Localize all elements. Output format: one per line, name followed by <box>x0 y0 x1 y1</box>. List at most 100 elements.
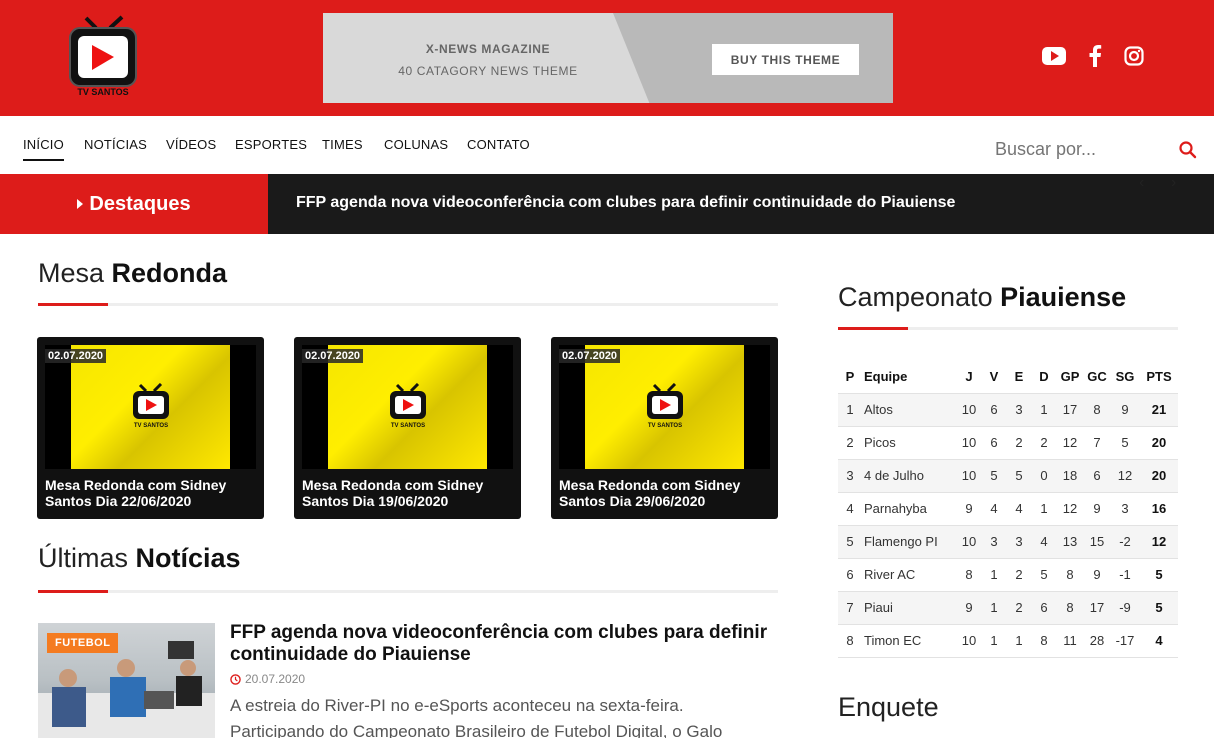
table-cell: 1 <box>982 557 1006 591</box>
table-cell: 12 <box>1140 524 1178 558</box>
table-cell: 15 <box>1084 524 1110 558</box>
table-cell: 10 <box>956 392 982 426</box>
table-cell: 1 <box>1006 623 1032 658</box>
col-header: J <box>965 368 973 384</box>
table-cell: 1 <box>1032 491 1056 525</box>
table-cell: 9 <box>1110 392 1140 426</box>
enquete-title: Enquete <box>838 692 939 722</box>
category-badge[interactable]: FUTEBOL <box>47 633 119 653</box>
caret-right-icon <box>77 199 84 209</box>
news-title[interactable]: FFP agenda nova videoconferência com clu… <box>230 622 780 666</box>
team-name[interactable]: Altos <box>862 392 956 426</box>
ticker-prev-button[interactable]: ‹ <box>1139 174 1162 197</box>
instagram-icon[interactable] <box>1122 44 1146 68</box>
video-card[interactable]: TV SANTOS 02.07.2020 Mesa Redonda com Si… <box>551 337 778 519</box>
table-cell: 17 <box>1084 590 1110 624</box>
campeonato-title-light: Campeonato <box>838 282 993 312</box>
table-cell: 2 <box>1006 557 1032 591</box>
facebook-icon[interactable] <box>1083 44 1107 68</box>
nav-item-videos[interactable]: VÍDEOS <box>166 137 216 152</box>
table-cell: 4 <box>1006 491 1032 525</box>
table-row: 1 Altos 10 6 3 1 17 8 9 21 <box>838 392 1178 426</box>
col-header: GC <box>1087 368 1107 384</box>
table-cell: 3 <box>1006 524 1032 558</box>
svg-text:TV SANTOS: TV SANTOS <box>77 87 128 97</box>
table-cell: 8 <box>1056 557 1084 591</box>
table-cell: 6 <box>982 425 1006 459</box>
team-name[interactable]: Timon EC <box>862 623 956 658</box>
video-card[interactable]: TV SANTOS 02.07.2020 Mesa Redonda com Si… <box>294 337 521 519</box>
standings-table: P Equipe J V E D GP GC SG PTS 1 Altos 10 6 3… <box>838 360 1178 658</box>
search-input[interactable] <box>995 139 1155 160</box>
table-cell: 9 <box>956 491 982 525</box>
team-name[interactable]: Flamengo PI <box>862 524 956 558</box>
table-cell: 10 <box>956 524 982 558</box>
table-cell: 16 <box>1140 491 1178 525</box>
ticker-headline[interactable]: FFP agenda nova videoconferência com clu… <box>296 194 955 212</box>
table-cell: 5 <box>838 524 862 558</box>
table-cell: 12 <box>1110 458 1140 492</box>
table-cell: -17 <box>1110 623 1140 658</box>
highlights-label: Destaques <box>0 174 268 234</box>
team-name[interactable]: Piaui <box>862 590 956 624</box>
team-name[interactable]: Picos <box>862 425 956 459</box>
nav-item-esportes[interactable]: ESPORTES <box>235 137 307 152</box>
table-cell: 8 <box>1084 392 1110 426</box>
table-cell: -9 <box>1110 590 1140 624</box>
table-row: 7 Piaui 9 1 2 6 8 17 -9 5 <box>838 590 1178 624</box>
team-name[interactable]: Parnahyba <box>862 491 956 525</box>
ticker-next-button[interactable]: › <box>1171 174 1194 197</box>
video-title[interactable]: Mesa Redonda com Sidney Santos Dia 22/06… <box>45 477 245 509</box>
highlights-label-text: Destaques <box>89 192 191 215</box>
highlights-ticker: Destaques FFP agenda nova videoconferênc… <box>0 174 1214 234</box>
table-cell: 28 <box>1084 623 1110 658</box>
team-name[interactable]: River AC <box>862 557 956 591</box>
table-cell: 7 <box>838 590 862 624</box>
table-cell: 0 <box>1032 458 1056 492</box>
mesa-title-light: Mesa <box>38 258 105 288</box>
table-cell: 8 <box>1032 623 1056 658</box>
video-thumbnail[interactable]: TV SANTOS <box>559 345 770 469</box>
campeonato-divider <box>838 327 1178 330</box>
team-name[interactable]: 4 de Julho <box>862 458 956 492</box>
mesa-divider <box>38 303 778 306</box>
video-card[interactable]: TV SANTOS 02.07.2020 Mesa Redonda com Si… <box>37 337 264 519</box>
table-cell: 3 <box>982 524 1006 558</box>
video-title[interactable]: Mesa Redonda com Sidney Santos Dia 29/06… <box>559 477 759 509</box>
table-cell: 3 <box>838 458 862 492</box>
campeonato-title: Campeonato Piauiense <box>838 282 1126 313</box>
news-image[interactable]: FUTEBOL <box>38 623 215 738</box>
ad-banner[interactable]: X-NEWS MAGAZINE 40 CATAGORY NEWS THEME B… <box>323 13 893 103</box>
col-header: E <box>1014 368 1024 384</box>
table-cell: 3 <box>1110 491 1140 525</box>
video-thumbnail[interactable]: TV SANTOS <box>45 345 256 469</box>
buy-theme-button[interactable]: BUY THIS THEME <box>712 44 859 75</box>
table-cell: 9 <box>1084 557 1110 591</box>
table-cell: 6 <box>838 557 862 591</box>
nav-item-colunas[interactable]: COLUNAS <box>384 137 448 152</box>
news-date: 20.07.2020 <box>230 672 305 686</box>
table-cell: 6 <box>982 392 1006 426</box>
table-row: 34 de Julho 10 5 5 0 18 6 12 20 <box>838 458 1178 492</box>
svg-text:TV SANTOS: TV SANTOS <box>391 423 425 429</box>
youtube-icon[interactable] <box>1042 44 1066 68</box>
nav-item-noticias[interactable]: NOTÍCIAS <box>84 137 147 152</box>
search-icon[interactable] <box>1178 140 1198 160</box>
site-logo[interactable]: TV SANTOS <box>66 14 140 100</box>
table-cell: 5 <box>982 458 1006 492</box>
table-cell: 18 <box>1056 458 1084 492</box>
table-cell: 6 <box>1084 458 1110 492</box>
banner-subtitle: 40 CATAGORY NEWS THEME <box>398 64 578 78</box>
video-thumbnail[interactable]: TV SANTOS <box>302 345 513 469</box>
col-header: SG <box>1115 368 1135 384</box>
table-cell: 11 <box>1056 623 1084 658</box>
video-title[interactable]: Mesa Redonda com Sidney Santos Dia 19/06… <box>302 477 502 509</box>
chevron-left-icon: ‹ <box>1139 174 1145 191</box>
nav-item-inicio[interactable]: INÍCIO <box>23 137 64 161</box>
banner-title: X-NEWS MAGAZINE <box>425 42 551 56</box>
nav-item-contato[interactable]: CONTATO <box>467 137 530 152</box>
table-cell: 5 <box>1140 557 1178 591</box>
nav-item-times[interactable]: TIMES <box>322 137 363 152</box>
table-cell: 1 <box>1032 392 1056 426</box>
chevron-right-icon: › <box>1171 174 1177 191</box>
